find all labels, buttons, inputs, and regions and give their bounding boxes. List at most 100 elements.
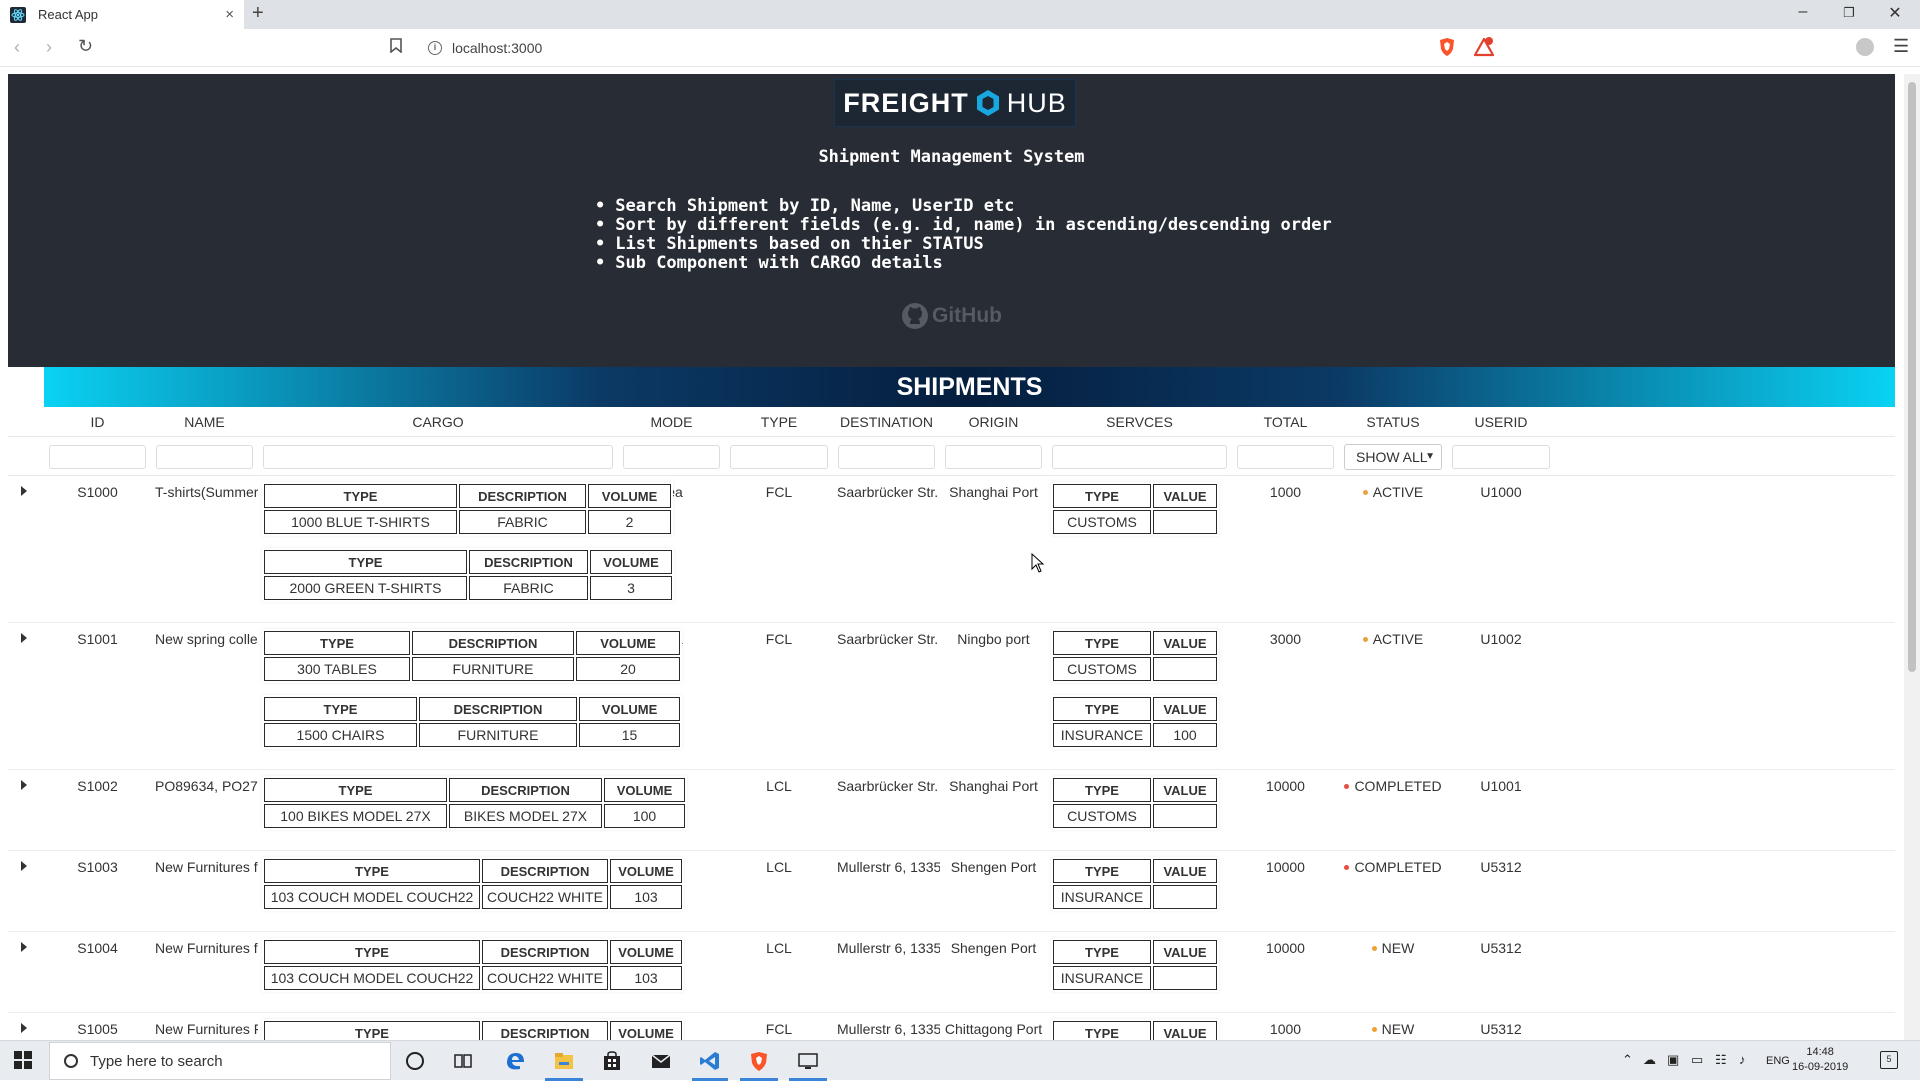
- device-icon[interactable]: ▣: [1667, 1052, 1679, 1068]
- app-subtitle: Shipment Management System: [818, 147, 1085, 167]
- onedrive-icon[interactable]: ☁: [1643, 1052, 1656, 1068]
- feature-item: List Shipments based on thier STATUS: [595, 235, 1332, 254]
- table-row[interactable]: S1002PO89634, PO27XairLCLSaarbrücker Str…: [8, 770, 1895, 851]
- clock-date: 16-09-2019: [1792, 1061, 1849, 1073]
- filter-origin-input[interactable]: [945, 445, 1042, 469]
- file-explorer-icon[interactable]: [553, 1050, 575, 1072]
- services-type-cell: CUSTOMS: [1053, 657, 1151, 681]
- cell-type: FCL: [765, 631, 793, 647]
- cell-userid: U5312: [1480, 1021, 1522, 1037]
- col-header-mode[interactable]: MODE: [618, 414, 725, 430]
- table-row[interactable]: S1004New Furnitures fromairLCLMullerstr …: [8, 932, 1895, 1013]
- col-header-origin[interactable]: ORIGIN: [940, 414, 1047, 430]
- expand-row-icon[interactable]: [21, 942, 27, 952]
- browser-tab-strip: React App × + – ❐ ✕: [0, 0, 1920, 29]
- col-header-services[interactable]: SERVCES: [1047, 414, 1232, 430]
- remote-desktop-icon[interactable]: [797, 1050, 819, 1072]
- edge-icon[interactable]: [504, 1050, 526, 1072]
- scrollbar-thumb[interactable]: [1908, 82, 1916, 672]
- col-header-total[interactable]: TOTAL: [1232, 414, 1339, 430]
- browser-menu-icon[interactable]: ☰: [1893, 36, 1909, 57]
- filter-cargo-input[interactable]: [263, 445, 613, 469]
- browser-toolbar: ‹ › ↻ i localhost:3000: [0, 29, 1920, 67]
- cargo-type-cell: 300 TABLES: [264, 657, 410, 681]
- close-window-button[interactable]: ✕: [1872, 3, 1918, 23]
- cargo-description-cell: FABRIC: [459, 510, 586, 534]
- col-header-type[interactable]: TYPE: [725, 414, 833, 430]
- brave-taskbar-icon[interactable]: [748, 1050, 770, 1072]
- filter-total-input[interactable]: [1237, 445, 1334, 469]
- tray-expand-icon[interactable]: ⌃: [1622, 1052, 1633, 1068]
- cargo-header-cell: VOLUME: [588, 484, 671, 508]
- taskbar-clock[interactable]: 14:48 16-09-2019: [1792, 1045, 1848, 1075]
- table-row[interactable]: S1003New Furnitures fromseaLCLMullerstr …: [8, 851, 1895, 932]
- expand-row-icon[interactable]: [21, 486, 27, 496]
- github-label: GitHub: [932, 304, 1002, 327]
- cell-id: S1001: [77, 631, 118, 647]
- expand-row-icon[interactable]: [21, 861, 27, 871]
- expand-row-icon[interactable]: [21, 1023, 27, 1033]
- mail-icon[interactable]: [650, 1050, 672, 1072]
- cell-destination: Saarbrücker Str. ...: [837, 631, 940, 647]
- forward-icon[interactable]: ›: [46, 37, 52, 58]
- brave-rewards-icon[interactable]: [1474, 37, 1494, 57]
- cargo-volume-cell: 103: [610, 885, 682, 909]
- windows-start-icon[interactable]: [14, 1051, 32, 1069]
- clock-time: 14:48: [1806, 1046, 1834, 1058]
- col-header-userid[interactable]: USERID: [1447, 414, 1555, 430]
- wifi-icon[interactable]: ☷: [1715, 1052, 1727, 1068]
- windows-taskbar: Type here to search ⌃ ☁ ▣ ▭ ☷ ♪ ENG 14:4…: [0, 1040, 1920, 1081]
- table-row[interactable]: S1000T-shirts(Summer201seaFCLSaarbrücker…: [8, 476, 1895, 623]
- cargo-header-cell: DESCRIPTION: [482, 1021, 608, 1040]
- page-scrollbar[interactable]: [1904, 74, 1920, 1040]
- filter-destination-input[interactable]: [838, 445, 935, 469]
- filter-mode-input[interactable]: [623, 445, 720, 469]
- cortana-icon[interactable]: [404, 1050, 426, 1072]
- col-header-destination[interactable]: DESTINATION: [833, 414, 940, 430]
- taskbar-search[interactable]: Type here to search: [49, 1042, 391, 1080]
- minimize-button[interactable]: –: [1780, 3, 1826, 21]
- bookmark-icon[interactable]: [390, 38, 402, 53]
- expand-row-icon[interactable]: [21, 633, 27, 643]
- filter-id-input[interactable]: [49, 445, 146, 469]
- store-icon[interactable]: [601, 1050, 623, 1072]
- new-tab-button[interactable]: +: [252, 2, 264, 25]
- tab-close-icon[interactable]: ×: [225, 6, 234, 23]
- site-info-icon[interactable]: i: [428, 41, 442, 55]
- volume-icon[interactable]: ♪: [1739, 1052, 1746, 1067]
- profile-avatar[interactable]: [1856, 38, 1874, 56]
- cell-origin: Shengen Port: [950, 859, 1037, 875]
- task-view-icon[interactable]: [452, 1050, 474, 1072]
- address-bar[interactable]: i localhost:3000: [428, 35, 1430, 61]
- cargo-subtable: TYPE DESCRIPTION VOLUME: [262, 1019, 684, 1040]
- status-label: NEW: [1381, 940, 1415, 956]
- back-icon[interactable]: ‹: [14, 37, 20, 58]
- cargo-header-cell: DESCRIPTION: [412, 631, 574, 655]
- col-header-cargo[interactable]: CARGO: [258, 414, 618, 430]
- brave-shield-icon[interactable]: [1438, 37, 1456, 57]
- battery-icon[interactable]: ▭: [1691, 1052, 1703, 1068]
- vscode-icon[interactable]: [699, 1050, 721, 1072]
- filter-name-input[interactable]: [156, 445, 253, 469]
- language-indicator[interactable]: ENG: [1766, 1055, 1790, 1067]
- services-value-cell: [1153, 804, 1217, 828]
- services-subtable: TYPE VALUE INSURANCE: [1051, 857, 1219, 911]
- maximize-button[interactable]: ❐: [1826, 5, 1872, 21]
- filter-type-input[interactable]: [730, 445, 828, 469]
- status-dot-icon: [1362, 636, 1368, 642]
- col-header-id[interactable]: ID: [44, 414, 151, 430]
- col-header-status[interactable]: STATUS: [1339, 414, 1447, 430]
- table-row[interactable]: S1005New Furnitures FronairFCLMullerstr …: [8, 1013, 1895, 1040]
- expand-row-icon[interactable]: [21, 780, 27, 790]
- github-link[interactable]: GitHub: [901, 302, 1002, 330]
- services-header-cell: TYPE: [1053, 484, 1151, 508]
- table-row[interactable]: S1001New spring collectioseaFCLSaarbrück…: [8, 623, 1895, 770]
- col-header-name[interactable]: NAME: [151, 414, 258, 430]
- reload-icon[interactable]: ↻: [78, 36, 93, 57]
- notification-center-icon[interactable]: 5: [1880, 1051, 1898, 1069]
- status-filter-select[interactable]: SHOW ALL ▼: [1344, 444, 1442, 470]
- cargo-volume-cell: 103: [610, 966, 682, 990]
- browser-tab[interactable]: React App ×: [0, 0, 244, 29]
- filter-services-input[interactable]: [1052, 445, 1227, 469]
- filter-userid-input[interactable]: [1452, 445, 1550, 469]
